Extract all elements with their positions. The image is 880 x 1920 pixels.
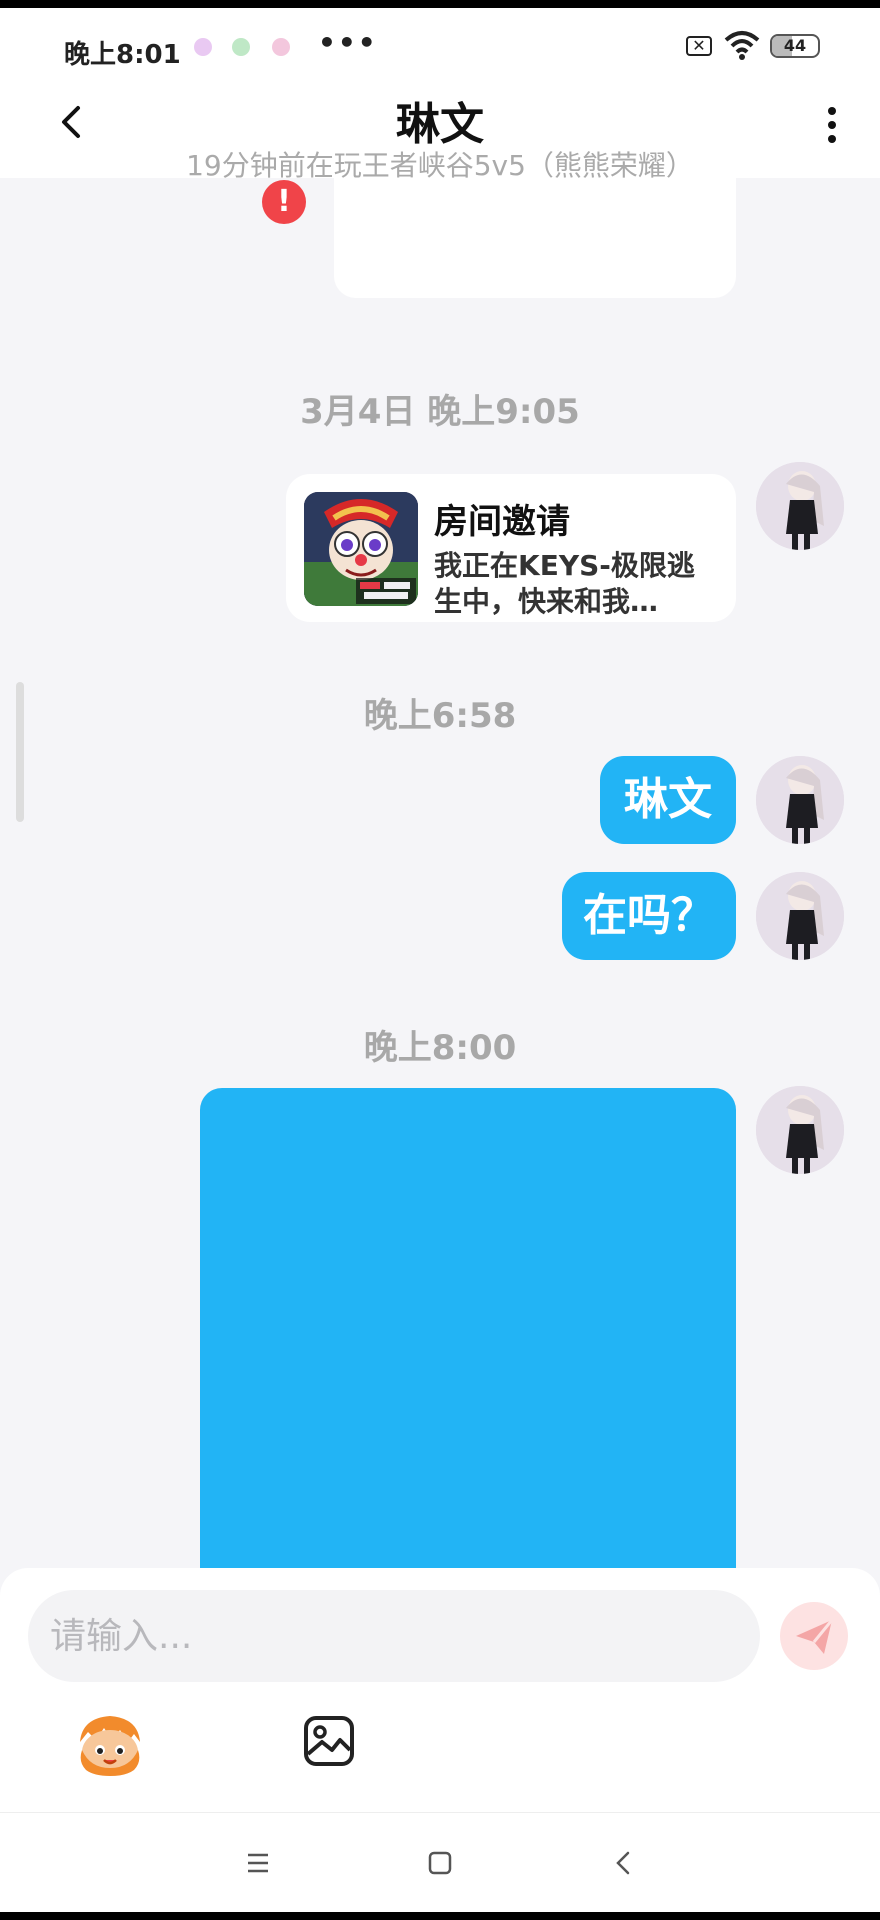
chat-header: 琳文 19分钟前在玩王者峡谷5v5（熊熊荣耀） [0,80,880,182]
timestamp: 3月4日 晚上9:05 [300,392,580,432]
back-nav-icon[interactable] [608,1847,640,1879]
sent-message-bubble[interactable]: 在吗？ [562,872,736,960]
avatar[interactable] [756,462,844,550]
status-time: 晚上8:01 [64,40,181,70]
chat-screen: 晚上8:01 ••• ✕ 44 琳文 19分钟前在玩王者峡谷5v5（熊熊荣耀） … [0,8,880,1912]
send-failed-icon[interactable]: ! [262,180,306,224]
notification-app-icon [272,38,290,56]
send-button[interactable] [780,1602,848,1670]
status-bar: 晚上8:01 ••• ✕ 44 [0,8,880,80]
battery-text: 44 [783,36,807,55]
image-icon[interactable] [302,1714,356,1768]
timestamp: 晚上6:58 [363,696,517,736]
home-icon[interactable] [424,1847,456,1879]
notification-app-icon [194,38,212,56]
sent-image-message[interactable] [200,1088,736,1608]
notification-app-icon [232,38,250,56]
avatar[interactable] [756,1086,844,1174]
room-invite-card[interactable]: 房间邀请 我正在KEYS-极限逃生中，快来和我… [286,474,736,622]
system-nav-bar [0,1812,880,1912]
more-vertical-icon[interactable] [820,104,844,152]
invite-title: 房间邀请 [434,502,570,542]
message-input[interactable] [28,1590,760,1682]
timestamp: 晚上8:00 [363,1028,517,1068]
game-thumbnail [304,492,418,606]
previous-message-bubble[interactable] [334,178,736,298]
battery-icon: 44 [770,34,820,58]
wifi-icon [724,31,760,60]
avatar[interactable] [756,756,844,844]
emoji-mascot-icon[interactable] [74,1712,146,1778]
contact-name: 琳文 [396,99,484,150]
sim-off-icon: ✕ [686,36,712,56]
avatar[interactable] [756,872,844,960]
menu-icon[interactable] [242,1847,274,1879]
input-panel [0,1568,880,1812]
more-notifications-icon: ••• [318,26,378,59]
send-icon [796,1619,834,1654]
invite-description: 我正在KEYS-极限逃生中，快来和我… [434,549,695,618]
sent-message-bubble[interactable]: 琳文 [600,756,736,844]
